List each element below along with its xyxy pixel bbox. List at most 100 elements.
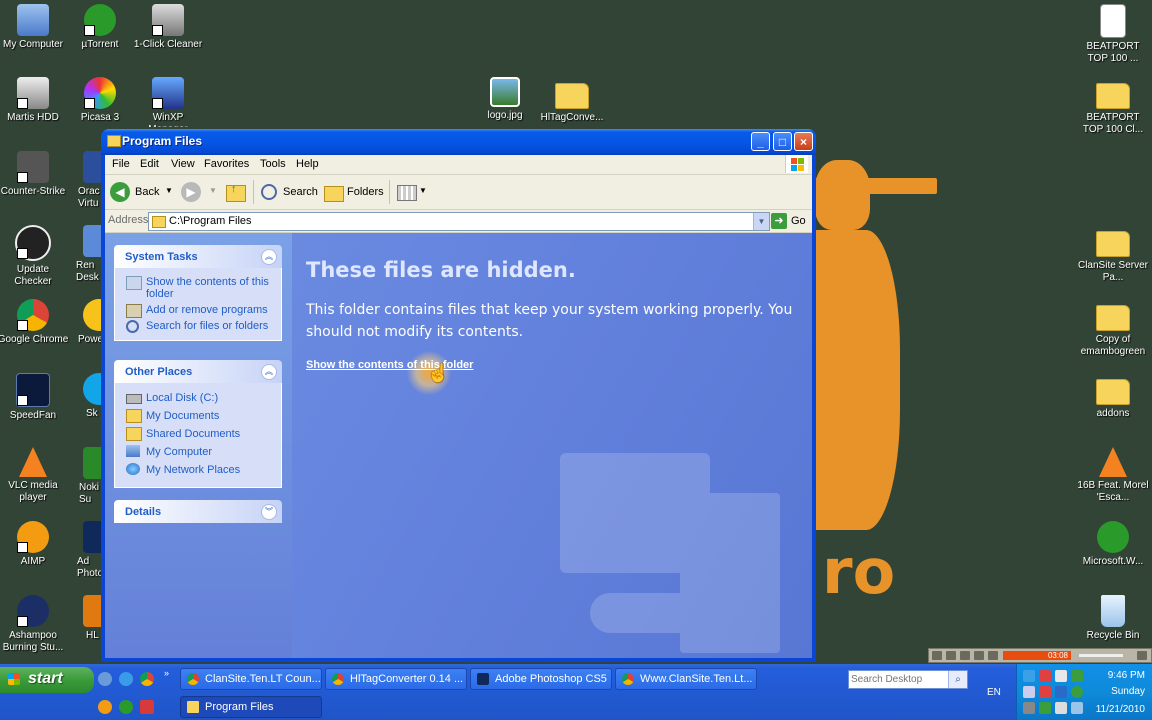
volume-slider[interactable] [1079,654,1123,657]
views-button[interactable]: ▼ [395,182,427,204]
menu-file[interactable]: File [112,158,130,170]
search-icon[interactable]: ⌕ [948,671,967,688]
task-show-contents[interactable]: Show the contents of this folder [115,274,281,302]
desktop-icon-clansite-folder[interactable]: ClanSite Server Pa... [1077,225,1149,284]
search-desktop-input[interactable] [851,672,947,686]
tray-icon-1[interactable] [1023,670,1035,682]
chrome-icon[interactable] [140,672,154,686]
ie-icon[interactable] [119,672,133,686]
search-button[interactable]: Search [259,182,318,204]
other-places-header[interactable]: Other Places ︽ [114,360,282,383]
task-clansite-counter[interactable]: ClanSite.Ten.LT Coun... [180,668,322,690]
place-my-network-places[interactable]: My Network Places [115,461,281,479]
language-indicator[interactable]: EN [987,687,1001,698]
desktop-icon-winxp-manager[interactable]: WinXP Manager [132,77,204,127]
tray-icon-4[interactable] [1071,670,1083,682]
desktop-icon-remote-desktop[interactable]: Ren Desk [69,225,103,284]
collapse-icon[interactable]: ︽ [261,249,277,265]
collapse-icon[interactable]: ︽ [261,364,277,380]
desktop-icon-beatport-folder[interactable]: BEATPORT TOP 100 Cl... [1077,77,1149,136]
desktop-icon-power[interactable]: Powe [69,299,103,346]
maximize-button[interactable]: □ [773,132,792,151]
window-titlebar[interactable]: Program Files _ □ × [101,129,816,155]
desktop-icon-speedfan[interactable]: SpeedFan [0,373,69,422]
menu-favorites[interactable]: Favorites [204,158,249,170]
tray-icon-7[interactable] [1055,686,1067,698]
prev-icon[interactable] [932,651,942,660]
desktop-icon-recycle-bin[interactable]: Recycle Bin [1077,595,1149,642]
back-dropdown-icon[interactable]: ▼ [165,186,173,195]
menu-edit[interactable]: Edit [140,158,159,170]
desktop-icon-cleaner[interactable]: 1-Click Cleaner [132,4,204,51]
next-icon[interactable] [988,651,998,660]
aimp-icon[interactable] [98,700,112,714]
desktop-icon-my-computer[interactable]: My Computer [0,4,69,51]
tray-icon-5[interactable] [1023,686,1035,698]
task-hltagconverter[interactable]: HlTagConverter 0.14 ... [325,668,467,690]
task-photoshop[interactable]: Adobe Photoshop CS5 [470,668,612,690]
task-add-remove-programs[interactable]: Add or remove programs [115,302,281,318]
desktop-icon-utorrent[interactable]: µTorrent [64,4,136,51]
tray-icon-3[interactable] [1055,670,1067,682]
quicklaunch-more-icon[interactable]: » [164,668,169,678]
desktop-icon-picasa[interactable]: Picasa 3 [64,77,136,124]
desktop-icon-hdd[interactable]: Martis HDD [0,77,69,124]
forward-button[interactable]: ▶ ▼ [181,182,217,204]
media-icon[interactable] [140,700,154,714]
desktop-icon-aimp[interactable]: AIMP [0,521,69,568]
utorrent-icon[interactable] [119,700,133,714]
forward-dropdown-icon[interactable]: ▼ [209,186,217,195]
go-button[interactable]: ➜ Go [771,212,809,229]
desktop-icon-nokia[interactable]: Noki Su [69,447,103,506]
desktop-icon-photoshop[interactable]: Ad Photo [69,521,103,580]
system-tasks-header[interactable]: System Tasks ︽ [114,245,282,268]
player-close-icon[interactable] [1137,651,1147,660]
desktop-icon-update-checker[interactable]: Update Checker [0,225,69,288]
place-my-documents[interactable]: My Documents [115,407,281,425]
place-my-computer[interactable]: My Computer [115,443,281,461]
menu-view[interactable]: View [171,158,195,170]
menu-help[interactable]: Help [296,158,319,170]
desktop-icon-16b-media[interactable]: 16B Feat. Morel 'Esca... [1077,447,1149,504]
desktop-icon-ashampoo[interactable]: Ashampoo Burning Stu... [0,595,69,654]
minimize-button[interactable]: _ [751,132,770,151]
desktop-icon-addons-folder[interactable]: addons [1077,373,1149,420]
network-icon[interactable] [1071,702,1083,714]
desktop-icon-skype[interactable]: Sk [69,373,103,420]
details-header[interactable]: Details ︾ [114,500,282,523]
pause-icon[interactable] [960,651,970,660]
search-desktop-field[interactable]: ⌕ [848,670,968,689]
place-local-disk[interactable]: Local Disk (C:) [115,389,281,407]
clock-time[interactable]: 9:46 PM [1108,670,1145,681]
tray-icon-10[interactable] [1039,702,1051,714]
stop-icon[interactable] [974,651,984,660]
tray-icon-2[interactable] [1039,670,1051,682]
volume-icon[interactable] [1055,702,1067,714]
desktop-icon-microsoft-torrent[interactable]: Microsoft.W... [1077,521,1149,568]
start-button[interactable]: start [0,667,94,693]
tray-icon-8[interactable] [1071,686,1083,698]
address-dropdown-button[interactable]: ▼ [753,213,769,230]
desktop-icon-vlc[interactable]: VLC media player [0,447,69,504]
place-shared-documents[interactable]: Shared Documents [115,425,281,443]
desktop-icon-emambogreen-folder[interactable]: Copy of emambogreen [1077,299,1149,358]
address-field[interactable]: C:\Program Files ▼ [148,212,770,231]
close-button[interactable]: × [794,132,813,151]
tray-icon-9[interactable] [1023,702,1035,714]
desktop-icon-counter-strike[interactable]: Counter-Strike [0,151,69,198]
quicklaunch-app-icon[interactable] [98,672,112,686]
desktop-icon-hl[interactable]: HL [69,595,103,642]
task-clansite-www[interactable]: Www.ClanSite.Ten.Lt... [615,668,757,690]
desktop-icon-chrome[interactable]: Google Chrome [0,299,69,346]
desktop-icon-hltagconverter[interactable]: HlTagConve... [536,77,608,124]
desktop-icon-logo-jpg[interactable]: logo.jpg [469,77,541,122]
up-folder-button[interactable]: ↑ [225,182,247,204]
desktop-icon-beatport-file[interactable]: BEATPORT TOP 100 ... [1077,4,1149,65]
folders-button[interactable]: Folders [323,182,385,204]
task-search-files[interactable]: Search for files or folders [115,318,281,334]
tray-icon-6[interactable] [1039,686,1051,698]
play-icon[interactable] [946,651,956,660]
back-button[interactable]: ◀ Back ▼ [110,182,173,204]
menu-tools[interactable]: Tools [260,158,286,170]
task-program-files[interactable]: Program Files [180,696,322,718]
